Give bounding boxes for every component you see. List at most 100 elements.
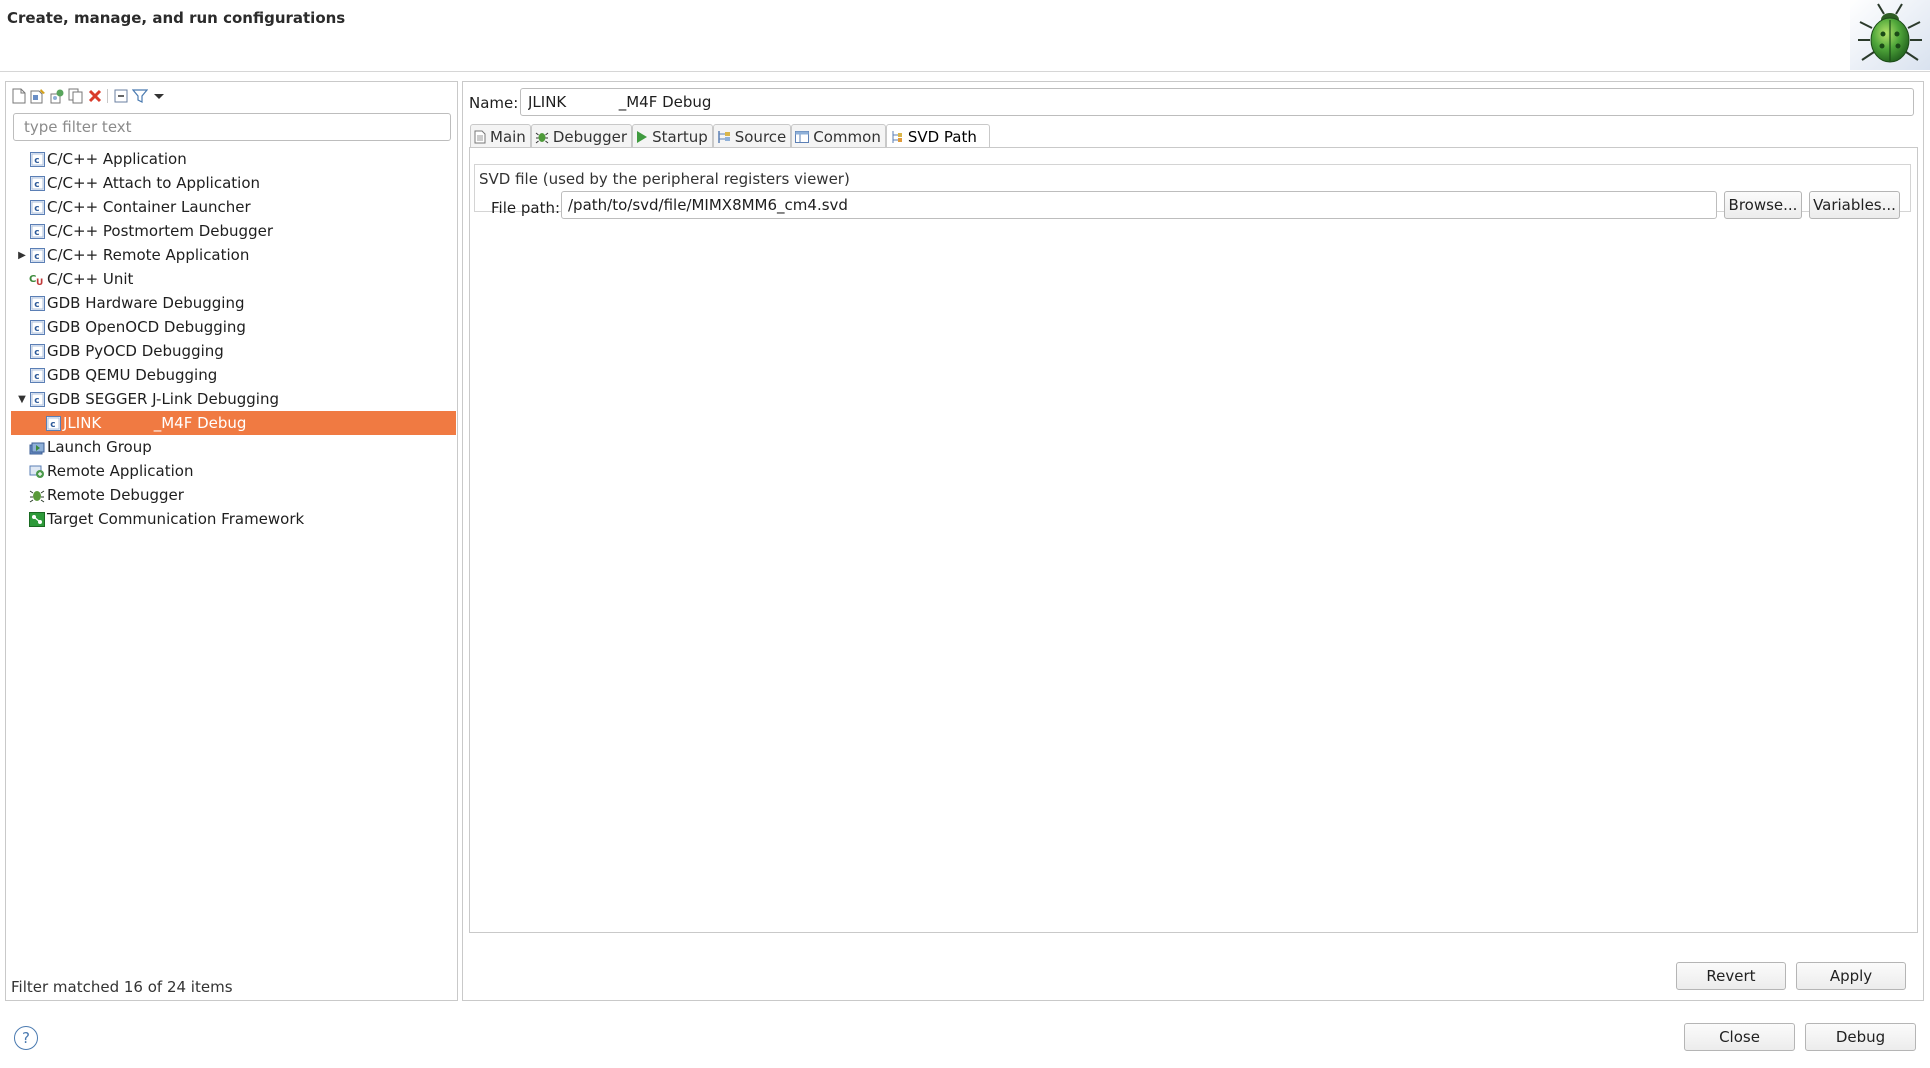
filter-input[interactable]: [13, 113, 451, 141]
debug-button[interactable]: Debug: [1805, 1023, 1916, 1051]
svg-text:c: c: [34, 228, 39, 238]
tree-category-item[interactable]: Remote Debugger: [11, 483, 456, 507]
collapse-all-icon[interactable]: [112, 87, 129, 105]
tab-svd-path[interactable]: SVD Path: [885, 124, 990, 148]
tree-item-label: Launch Group: [47, 438, 152, 456]
svg-text:c: c: [34, 396, 39, 406]
file-path-label: File path:: [491, 199, 561, 217]
tcf-icon: [29, 511, 45, 527]
tree-item-label: Target Communication Framework: [47, 510, 305, 528]
tab-label: Debugger: [552, 127, 628, 146]
tab-common[interactable]: Common: [791, 124, 886, 148]
launch-group-icon: [29, 439, 45, 455]
tree-category-item[interactable]: c C/C++ Application: [11, 147, 456, 171]
tab-startup[interactable]: Startup: [632, 124, 713, 148]
tab-label: Common: [813, 127, 881, 146]
svg-text:U: U: [36, 278, 43, 287]
view-menu-icon[interactable]: [150, 87, 167, 105]
svg-text:c: c: [34, 348, 39, 358]
tab-label: Startup: [652, 127, 708, 146]
svg-text:c: c: [34, 180, 39, 190]
svg-text:c: c: [34, 156, 39, 166]
tree-category-item[interactable]: c GDB QEMU Debugging: [11, 363, 456, 387]
tree-item-label: GDB Hardware Debugging: [47, 294, 245, 312]
tree-category-item[interactable]: c C/C++ Postmortem Debugger: [11, 219, 456, 243]
tree-category-item[interactable]: c GDB Hardware Debugging: [11, 291, 456, 315]
tree-item-label: C/C++ Application: [47, 150, 187, 168]
filter-status: Filter matched 16 of 24 items: [11, 978, 233, 996]
help-icon[interactable]: ?: [14, 1026, 38, 1050]
tree-category-item[interactable]: Remote Application: [11, 459, 456, 483]
revert-button[interactable]: Revert: [1676, 962, 1786, 990]
tab-source[interactable]: Source: [712, 124, 792, 148]
c-unit-icon: CU: [29, 271, 45, 287]
tree-item-label: C/C++ Postmortem Debugger: [47, 222, 273, 240]
toolbar-separator: [107, 89, 108, 103]
debugger-tab-icon: [535, 130, 549, 144]
tree-category-item[interactable]: c GDB OpenOCD Debugging: [11, 315, 456, 339]
name-label: Name:: [469, 94, 519, 112]
remote-app-icon: [29, 463, 45, 479]
tree-item-label: C/C++ Unit: [47, 270, 134, 288]
apply-button[interactable]: Apply: [1796, 962, 1906, 990]
collapse-arrow-icon[interactable]: ▼: [15, 387, 29, 411]
tree-item-label: Remote Application: [47, 462, 194, 480]
duplicate-icon[interactable]: [67, 87, 84, 105]
file-path-input[interactable]: [561, 191, 1717, 219]
c-app-icon: c: [29, 223, 45, 239]
c-app-icon: c: [29, 319, 45, 335]
tab-label: SVD Path: [907, 127, 977, 146]
tree-item-label: GDB SEGGER J-Link Debugging: [47, 390, 279, 408]
variables-button[interactable]: Variables...: [1809, 191, 1900, 219]
tree-item-label: JLINK _M4F Debug: [63, 414, 247, 432]
svg-text:c: c: [34, 300, 39, 310]
svg-text:c: c: [34, 252, 39, 262]
c-app-icon: c: [45, 415, 61, 431]
svg-text:c: c: [34, 324, 39, 334]
config-name-input[interactable]: [520, 88, 1914, 116]
c-app-icon: c: [29, 367, 45, 383]
filter-icon[interactable]: [131, 87, 148, 105]
c-app-icon: c: [29, 343, 45, 359]
tree-category-item[interactable]: c GDB PyOCD Debugging: [11, 339, 456, 363]
svg-text:c: c: [34, 372, 39, 382]
tree-category-item[interactable]: C U C/C++ Unit: [11, 267, 456, 291]
export-icon[interactable]: [48, 87, 65, 105]
browse-button[interactable]: Browse...: [1724, 191, 1802, 219]
svd-path-tab-icon: [890, 130, 904, 144]
tree-toolbar: [10, 84, 167, 108]
tree-category-item[interactable]: Target Communication Framework: [11, 507, 456, 531]
tree-category-item[interactable]: c C/C++ Container Launcher: [11, 195, 456, 219]
close-button[interactable]: Close: [1684, 1023, 1795, 1051]
svg-text:c: c: [34, 204, 39, 214]
source-tab-icon: [717, 130, 731, 144]
svd-file-group: SVD file (used by the peripheral registe…: [474, 164, 1911, 219]
tree-category-item[interactable]: ▶ c C/C++ Remote Application: [11, 243, 456, 267]
tree-category-item[interactable]: c C/C++ Attach to Application: [11, 171, 456, 195]
c-app-icon: c: [29, 199, 45, 215]
new-prototype-icon[interactable]: [29, 87, 46, 105]
tree-category-item[interactable]: ▼ c GDB SEGGER J-Link Debugging: [11, 387, 456, 411]
new-config-icon[interactable]: [10, 87, 27, 105]
dialog-title: Create, manage, and run configurations: [7, 9, 346, 27]
launch-config-tree-panel: c C/C++ Application c C/C++ Attach to Appli…: [5, 81, 458, 1001]
tree-child-item[interactable]: c JLINK _M4F Debug: [11, 411, 456, 435]
tab-debugger[interactable]: Debugger: [530, 124, 633, 148]
tab-main[interactable]: Main: [470, 124, 531, 148]
tree-category-item[interactable]: Launch Group: [11, 435, 456, 459]
expand-arrow-icon[interactable]: ▶: [15, 243, 29, 267]
delete-icon[interactable]: [86, 87, 103, 105]
